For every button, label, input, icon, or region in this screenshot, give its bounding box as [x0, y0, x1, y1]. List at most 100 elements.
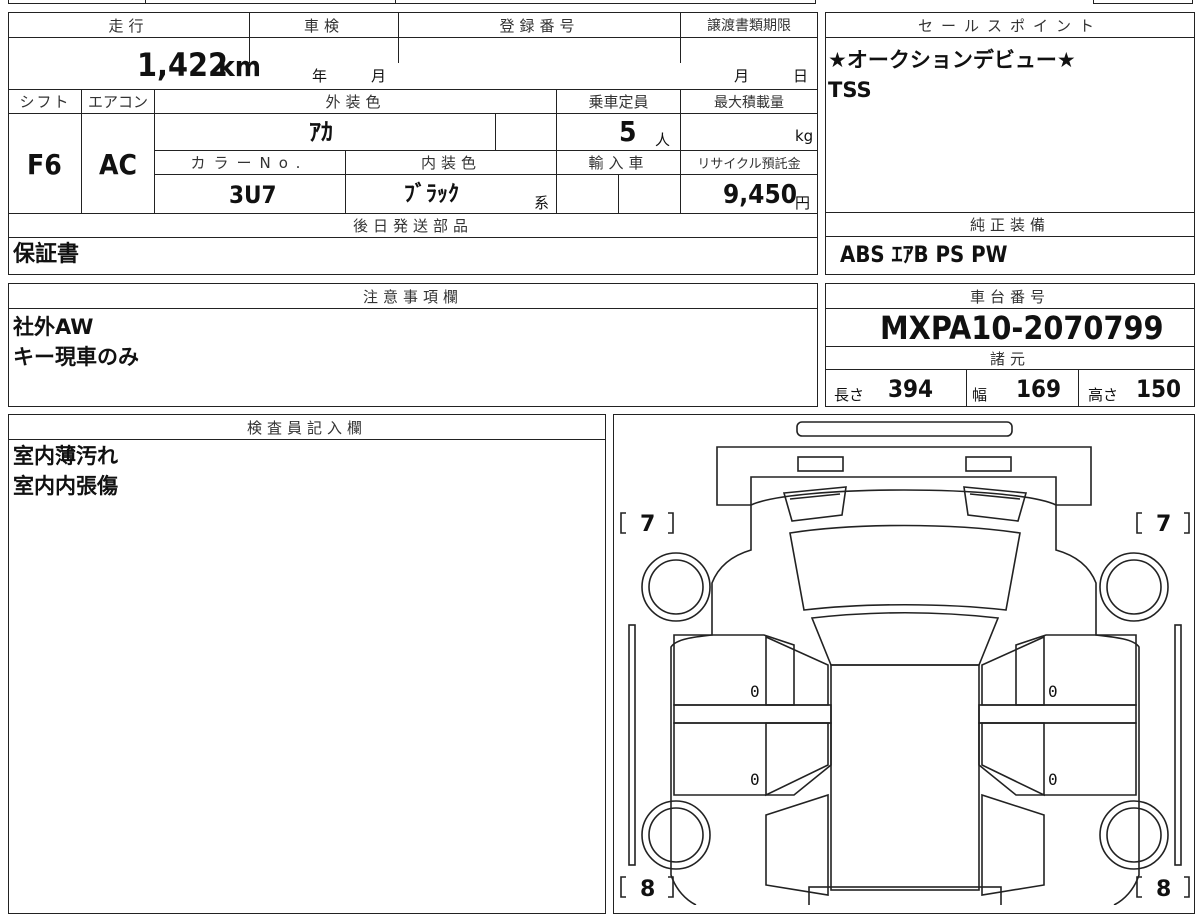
bracket-rl-open — [620, 876, 626, 898]
chassis-block: 車台番号 MXPA10-2070799 諸元 長さ 394 幅 169 高さ 1… — [825, 283, 1195, 407]
divider — [826, 236, 1194, 237]
divider — [9, 308, 817, 309]
recycle-value: 9,450 — [723, 180, 797, 210]
wheel-rear-left-inner — [648, 807, 704, 863]
bracket-rr-close — [1184, 876, 1190, 898]
shift-header: シフト — [9, 90, 81, 113]
wheel-front-left-inner — [648, 559, 704, 615]
wheel-rear-right-inner — [1106, 807, 1162, 863]
divider — [345, 150, 346, 213]
door-rear-left-count: 0 — [750, 770, 760, 789]
height-value: 150 — [1136, 375, 1182, 403]
door-rear-right-count: 0 — [1048, 770, 1058, 789]
front-window-left — [765, 635, 829, 706]
top-fragment-strip — [8, 0, 816, 4]
shaken-header: 車検 — [250, 13, 398, 37]
divider — [618, 174, 619, 213]
maxload-unit: kg — [795, 127, 814, 145]
equipment-block: 純正装備 ABS ｴｱB PS PW — [825, 212, 1195, 275]
colorno-header: カラーNo. — [155, 151, 344, 174]
exterior-header: 外装色 — [155, 90, 556, 113]
length-label: 長さ — [834, 386, 865, 404]
inspector-line: 室内内張傷 — [13, 474, 118, 498]
recycle-unit: 円 — [795, 194, 811, 212]
divider — [9, 37, 817, 38]
colorno-value: 3U7 — [229, 181, 277, 209]
front-door-left — [673, 634, 795, 706]
chassis-number: MXPA10-2070799 — [880, 309, 1164, 347]
deadline-month: 月 — [734, 67, 750, 85]
capacity-value: 5 — [619, 115, 637, 148]
top-right-fragment — [1093, 0, 1193, 4]
rear-fender-left — [765, 793, 829, 896]
maxload-header: 最大積載量 — [681, 90, 817, 113]
tire-front-right: 7 — [1156, 512, 1171, 537]
equipment-header: 純正装備 — [826, 213, 1194, 236]
divider — [495, 113, 496, 150]
front-bumper — [716, 446, 1092, 506]
divider — [398, 13, 399, 63]
inspector-text: 室内薄汚れ 室内内張傷 — [13, 441, 118, 501]
side-strip-left — [628, 624, 636, 866]
import-header: 輸入車 — [557, 151, 680, 174]
chassis-header: 車台番号 — [826, 284, 1194, 308]
interior-header: 内装色 — [346, 151, 556, 174]
interior-value: ﾌﾞﾗｯｸ — [404, 182, 460, 207]
wheel-front-left — [641, 552, 711, 622]
fog-lamp-left — [797, 456, 844, 472]
notes-text: 社外AW キー現車のみ — [13, 312, 139, 372]
fog-lamp-right — [965, 456, 1012, 472]
front-bumper-bar — [796, 421, 1013, 437]
sales-point-header: セールスポイント — [826, 13, 1194, 37]
door-sill-left — [673, 704, 832, 724]
aircon-header: エアコン — [82, 90, 154, 113]
sales-point-block: セールスポイント ★オークションデビュー★ TSS — [825, 12, 1195, 213]
length-value: 394 — [888, 375, 934, 403]
tire-rear-right: 8 — [1156, 877, 1171, 902]
tire-rear-left: 8 — [640, 877, 655, 902]
divider — [1078, 369, 1079, 406]
windshield — [810, 611, 1000, 666]
notes-header: 注意事項欄 — [9, 284, 817, 308]
rear-fender-right — [981, 793, 1045, 896]
front-door-right — [1015, 634, 1137, 706]
notes-block: 注意事項欄 社外AW キー現車のみ — [8, 283, 818, 407]
equipment-value: ABS ｴｱB PS PW — [840, 243, 1008, 268]
bracket-rl-close — [668, 876, 674, 898]
divider — [81, 89, 82, 213]
door-sill-right — [978, 704, 1137, 724]
door-front-right-count: 0 — [1048, 682, 1058, 701]
bracket-fr-close — [1184, 512, 1190, 534]
door-front-left-count: 0 — [750, 682, 760, 701]
rear-window-left — [765, 722, 829, 797]
dims-header: 諸元 — [826, 347, 1194, 369]
sales-line: ★オークションデビュー★ — [828, 48, 1076, 72]
deadline-day: 日 — [793, 67, 809, 85]
divider — [9, 113, 817, 114]
shaken-year: 年 — [312, 67, 328, 85]
capacity-header: 乗車定員 — [557, 90, 680, 113]
sales-point-text: ★オークションデビュー★ TSS — [828, 45, 1076, 105]
top-fragment-divider — [395, 0, 396, 4]
front-window-right — [981, 635, 1045, 706]
notes-line: 社外AW — [13, 315, 94, 339]
wheel-rear-left — [641, 800, 711, 870]
car-diagram: 7 7 8 8 0 0 0 0 — [620, 421, 1190, 905]
divider — [9, 439, 605, 440]
registration-header: 登録番号 — [399, 13, 680, 37]
mileage-header: 走行 — [9, 13, 248, 37]
divider — [966, 369, 967, 406]
body-outline — [670, 489, 1140, 905]
deadline-header: 譲渡書類期限 — [681, 13, 817, 37]
inspector-block: 検査員記入欄 室内薄汚れ 室内内張傷 — [8, 414, 606, 914]
bracket-fr-open — [1136, 512, 1142, 534]
vehicle-info-block: 走行 車検 登録番号 譲渡書類期限 1,422 km 年 月 月 日 シフト エ… — [8, 12, 818, 275]
height-label: 高さ — [1088, 386, 1119, 404]
side-strip-right — [1174, 624, 1182, 866]
divider — [680, 13, 681, 63]
interior-suffix: 系 — [534, 194, 550, 212]
later-parts-header: 後日発送部品 — [9, 214, 817, 237]
mileage-unit: km — [218, 50, 261, 83]
rear-window-right — [981, 722, 1045, 797]
recycle-header: リサイクル預託金 — [681, 151, 817, 174]
